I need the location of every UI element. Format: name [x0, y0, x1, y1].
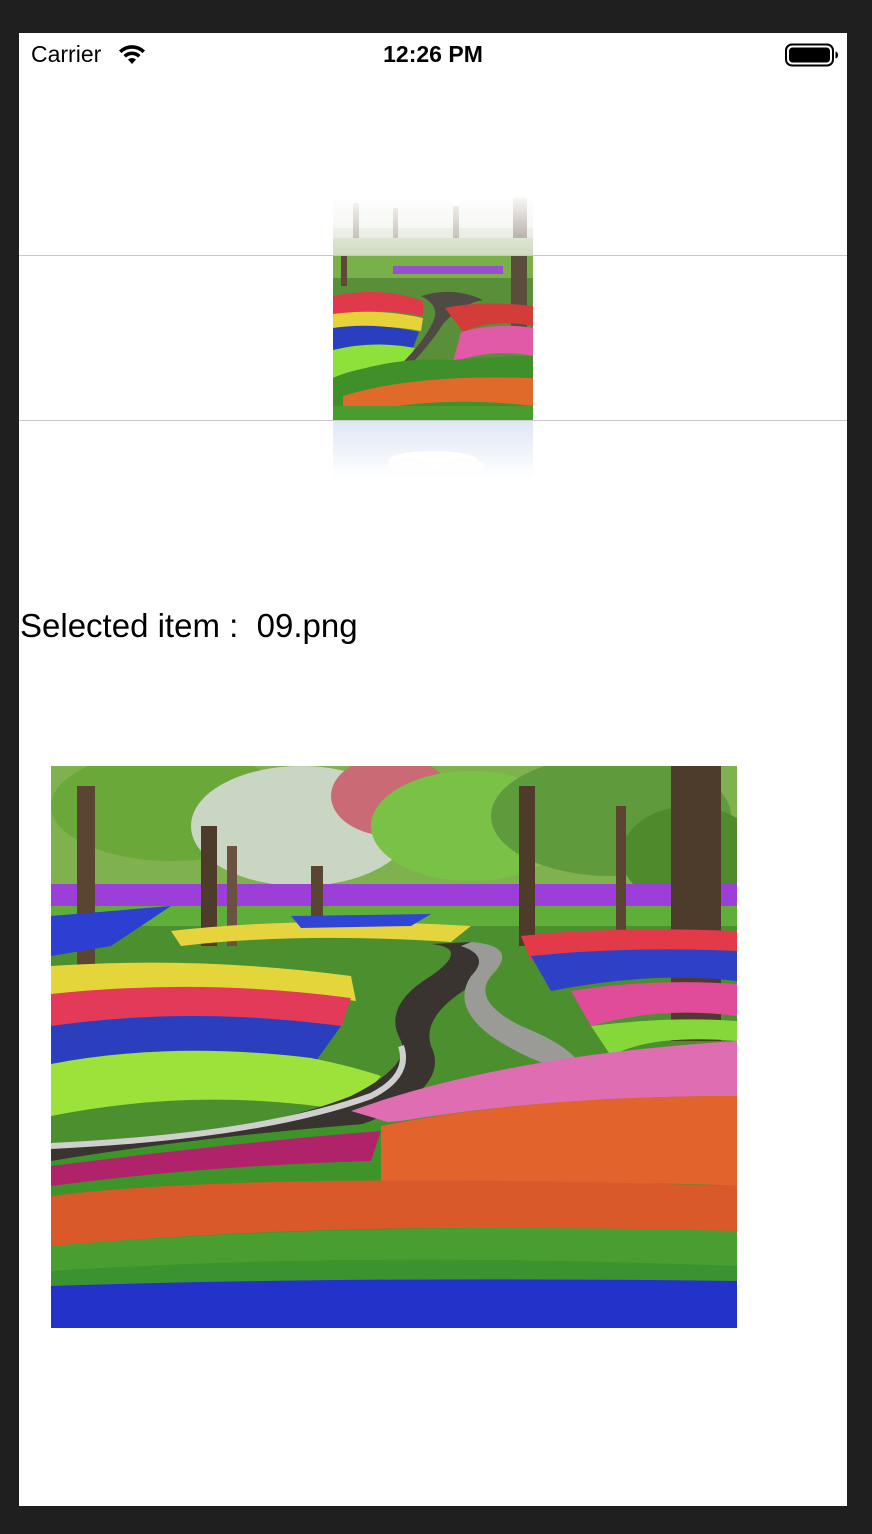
previous-item-image[interactable] — [333, 198, 533, 255]
next-item-image[interactable] — [333, 421, 533, 479]
selected-item-image[interactable] — [333, 256, 533, 420]
image-picker[interactable] — [19, 193, 847, 483]
status-time: 12:26 PM — [383, 41, 483, 67]
battery-icon — [785, 43, 839, 67]
app-screen: Carrier 12:26 PM Selected item: 09.png — [19, 33, 847, 1506]
status-bar: Carrier 12:26 PM — [19, 33, 847, 77]
selected-item-label: Selected item : 09.png — [20, 607, 358, 644]
selected-image-preview — [51, 766, 737, 1328]
